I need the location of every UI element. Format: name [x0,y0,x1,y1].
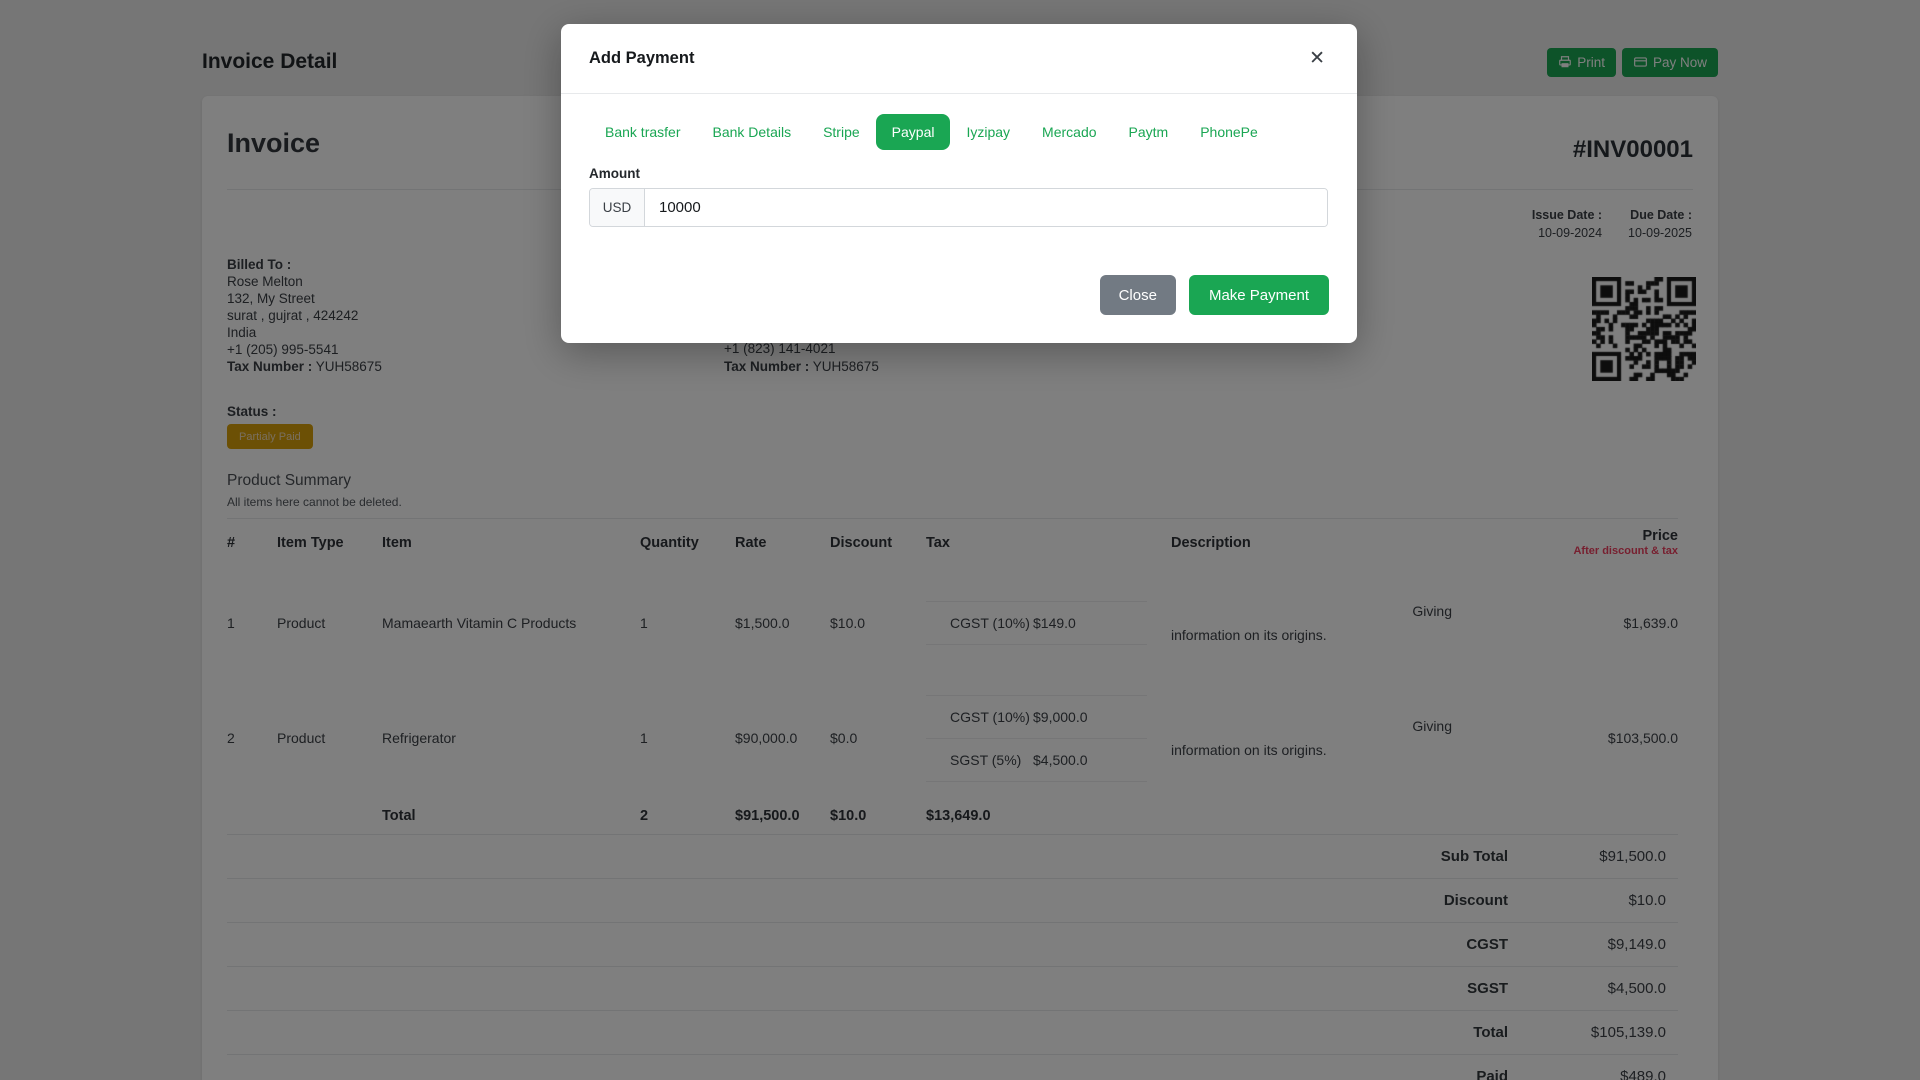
currency-prefix: USD [590,189,645,226]
amount-input-group: USD [589,188,1328,227]
tab-iyzipay[interactable]: Iyzipay [950,114,1026,150]
add-payment-modal: Add Payment ✕ Bank trasfer Bank Details St… [561,24,1357,343]
amount-label: Amount [589,166,640,181]
modal-close-button[interactable]: Close [1099,275,1176,315]
tab-bank-trasfer[interactable]: Bank trasfer [589,114,696,150]
modal-footer: Close Make Payment [1099,275,1329,315]
tab-bank-details[interactable]: Bank Details [696,114,807,150]
tab-mercado[interactable]: Mercado [1026,114,1112,150]
make-payment-button[interactable]: Make Payment [1188,275,1329,315]
modal-title: Add Payment [589,49,695,67]
modal-body: Bank trasfer Bank Details Stripe Paypal Iyzi… [561,94,1357,227]
modal-header: Add Payment ✕ [561,24,1357,94]
payment-method-tabs: Bank trasfer Bank Details Stripe Paypal Iyzi… [589,114,1329,150]
tab-paypal[interactable]: Paypal [875,114,951,150]
close-icon[interactable]: ✕ [1305,45,1329,72]
tab-phonepe[interactable]: PhonePe [1184,114,1274,150]
tab-paytm[interactable]: Paytm [1113,114,1185,150]
amount-input[interactable] [645,189,1327,226]
tab-stripe[interactable]: Stripe [807,114,876,150]
